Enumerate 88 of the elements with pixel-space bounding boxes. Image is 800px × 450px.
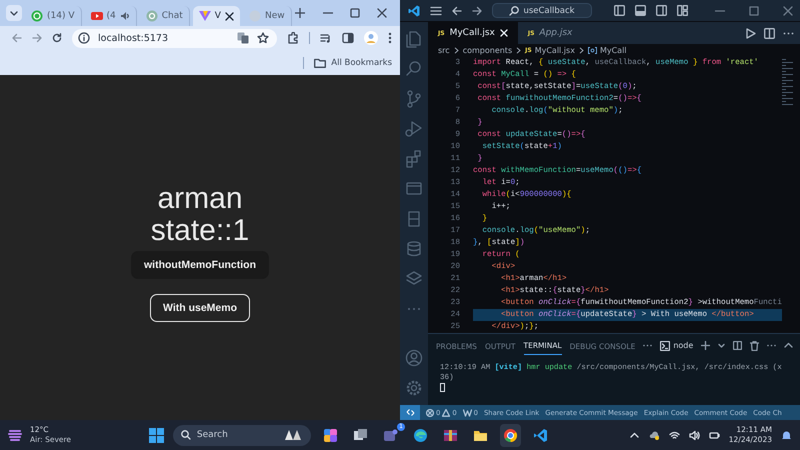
tab-search-button[interactable] [6,5,22,21]
code-editor-icon[interactable] [532,428,548,442]
terminal-cursor [440,383,445,392]
forward-icon[interactable] [472,6,482,16]
folder-icon [314,58,326,68]
maximize-icon[interactable] [749,6,759,16]
notification-bell-icon[interactable] [781,430,792,440]
remote-indicator[interactable] [400,405,420,420]
more-options-icon[interactable] [388,32,392,44]
reload-icon[interactable] [52,33,62,43]
trash-icon[interactable] [750,340,760,350]
breadcrumb-item[interactable]: components [462,46,512,54]
ports-icon [462,408,472,416]
info-icon[interactable] [78,32,90,44]
close-icon[interactable] [224,12,234,20]
remote-icon [406,408,414,417]
chevron-up-icon[interactable] [784,341,794,350]
start-icon[interactable] [148,428,164,442]
teams-icon[interactable] [382,428,398,442]
maximize-icon[interactable] [350,8,360,18]
favicon-icon [146,10,158,22]
symbol-icon [588,46,597,54]
chrome-icon[interactable] [502,428,518,442]
browser-tab[interactable]: (4 [84,6,137,26]
page-heading: arman [157,183,243,215]
new-terminal-icon[interactable] [701,341,710,350]
search-highlight-drawing [282,429,303,441]
page-button[interactable]: With useMemo [150,294,250,322]
side-panel-icon[interactable] [342,32,354,44]
toggle-secondary-sidebar-icon[interactable] [656,5,667,16]
copilot-icon[interactable] [322,428,338,442]
media-controls-icon[interactable] [320,32,332,44]
split-editor-icon[interactable] [764,28,775,38]
favicon-icon [31,10,43,22]
search-icon[interactable] [405,60,423,78]
page-button[interactable]: withoutMemoFunction [131,251,269,279]
new-tab-icon[interactable] [294,8,305,18]
toggle-sidebar-icon[interactable] [614,5,625,16]
extensions-icon[interactable] [287,32,299,44]
menu-icon[interactable] [430,6,442,16]
task-view-icon[interactable] [352,428,368,442]
back-icon[interactable] [452,6,462,16]
favicon-icon [90,10,102,22]
error-icon [426,408,434,416]
speaker-icon [120,11,130,21]
cloud-icon[interactable] [648,430,660,440]
search-bar[interactable]: Search [172,424,311,446]
browser-tab[interactable]: (14) V [25,6,82,26]
browser-tab[interactable]: Chat [140,6,190,26]
terminal-profile[interactable]: node [660,340,694,350]
terminal-icon [660,340,670,350]
browser-tab[interactable]: New [242,6,292,26]
search-icon [509,6,520,16]
warning-icon [442,408,450,416]
edge-icon[interactable] [412,428,428,442]
battery-icon[interactable] [708,430,720,440]
database-icon[interactable] [405,240,423,258]
files-icon[interactable] [405,30,423,48]
archive-icon[interactable] [442,428,458,442]
search-input[interactable]: Search [196,430,277,440]
bookmarks-folder[interactable]: All Bookmarks [314,58,392,68]
translate-icon[interactable] [237,32,249,44]
wifi-icon[interactable] [668,430,680,440]
split-terminal-icon[interactable] [733,341,742,350]
search-icon [180,430,191,440]
code-editor-logo-icon[interactable] [408,4,420,16]
run-debug-icon[interactable] [405,120,423,138]
breadcrumb-item[interactable]: src [438,46,450,54]
chevron-right-icon [454,46,459,54]
toggle-panel-icon[interactable] [635,5,646,16]
source-control-icon[interactable] [405,90,423,108]
settings-icon[interactable] [405,379,423,397]
page-heading: state::1 [150,215,250,247]
run-icon[interactable] [745,28,756,38]
favicon-icon [198,10,211,22]
speaker-icon[interactable] [688,430,700,440]
browser-tab[interactable]: V [192,6,240,26]
command-search-field[interactable]: useCallback [492,3,592,18]
star-icon[interactable] [257,32,269,44]
customize-layout-icon[interactable] [677,5,688,16]
breadcrumb-item[interactable]: MyCall [588,46,627,54]
address-bar[interactable]: localhost:5173 [72,28,277,48]
chevron-right-icon [516,46,522,54]
chevron-right-icon [578,46,584,54]
close-icon[interactable] [377,8,387,18]
chevron-down-icon[interactable] [718,342,726,349]
account-icon[interactable] [405,349,423,367]
weather-haze-icon[interactable] [8,428,22,442]
